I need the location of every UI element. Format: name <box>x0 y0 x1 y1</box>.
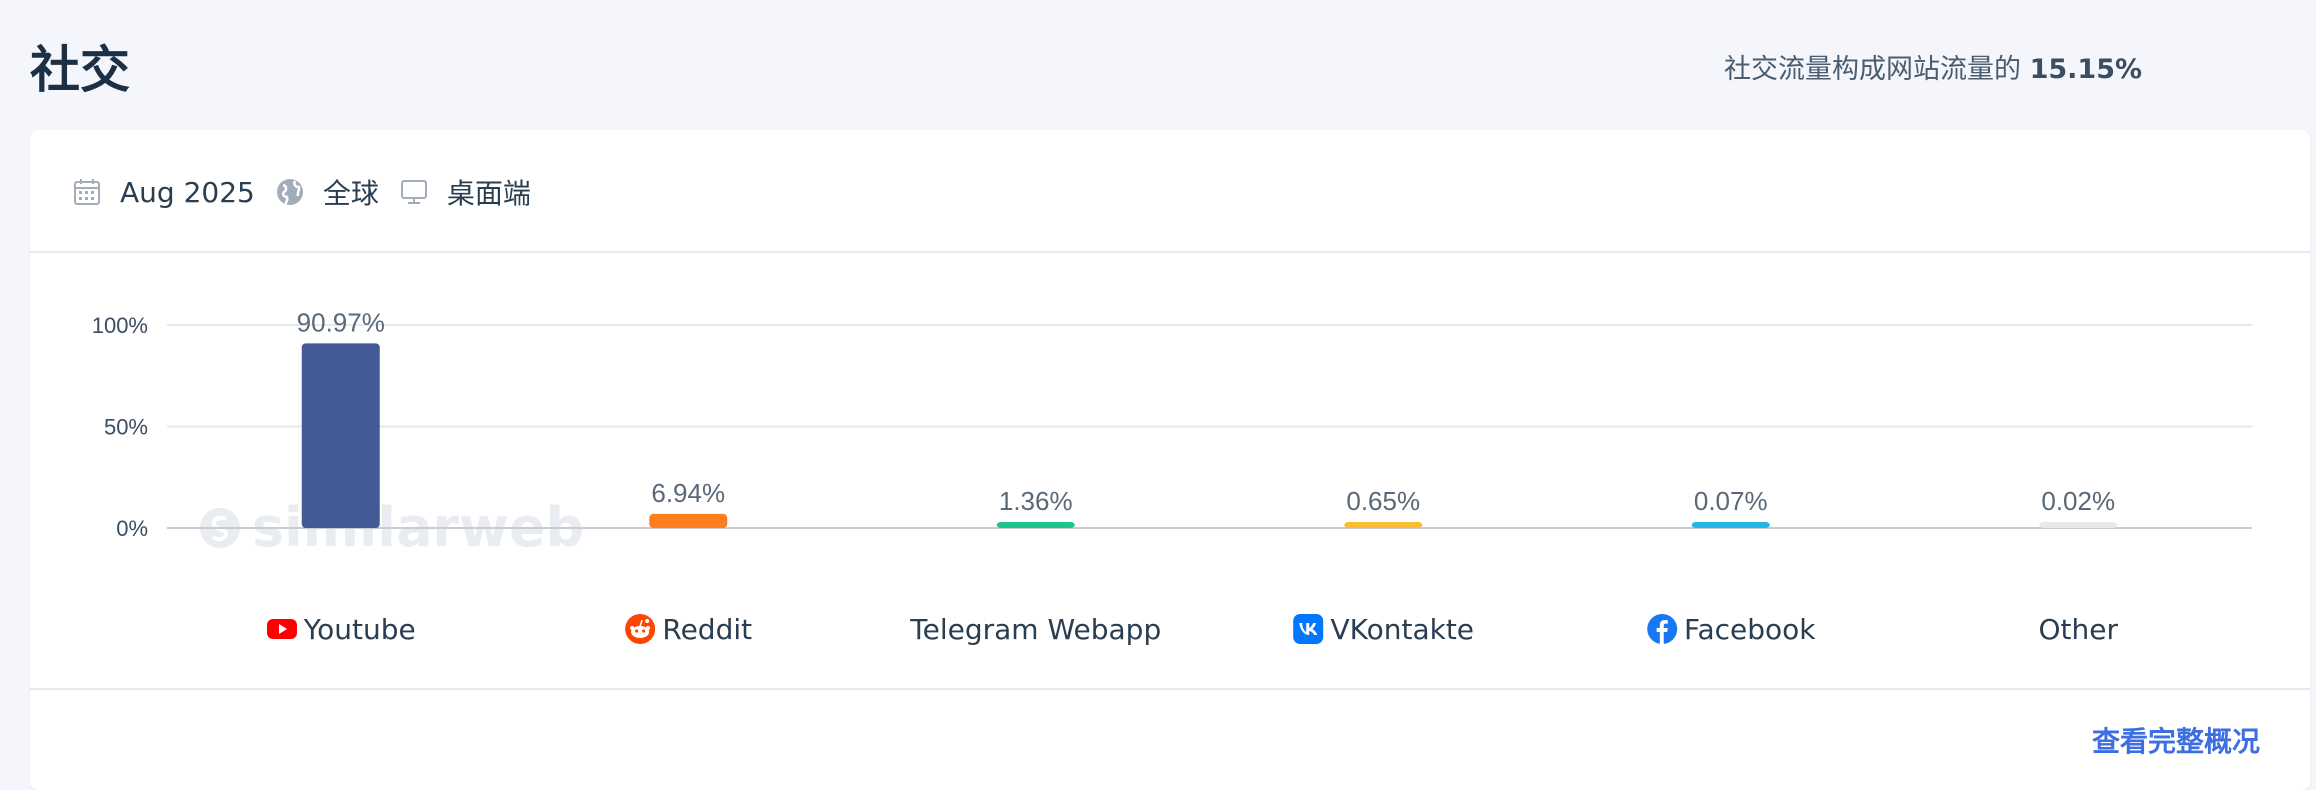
data-label: 90.97% <box>297 307 385 337</box>
bar-facebook[interactable] <box>1691 522 1770 528</box>
y-tick-label: 100% <box>92 313 148 338</box>
legend-label: Facebook <box>1683 612 1816 646</box>
social-share-summary: 社交流量构成网站流量的 15.15% <box>1724 47 2142 86</box>
page-title: 社交 <box>30 41 130 99</box>
legend-item-other[interactable]: Other <box>2038 607 2118 651</box>
data-label: 0.07% <box>1694 486 1768 516</box>
social-traffic-card: Aug 2025 全球 桌面端 similarweb 0% 50% 100% 90.9… <box>30 130 2310 790</box>
region-filter[interactable]: 全球 <box>323 172 379 212</box>
data-label: 0.65% <box>1346 486 1420 516</box>
bar-other[interactable] <box>2039 522 2118 528</box>
legend-item-youtube[interactable]: Youtube <box>266 607 416 651</box>
vk-icon <box>1292 613 1324 645</box>
social-bar-chart: 0% 50% 100% 90.97% 6.94% 1.36% 0.65% 0.07% 0.02% <box>92 307 2252 541</box>
facebook-icon <box>1646 613 1678 645</box>
legend-item-reddit[interactable]: Reddit <box>624 607 752 651</box>
legend-label: Telegram Webapp <box>910 612 1162 646</box>
youtube-icon <box>266 613 298 645</box>
legend-label: VKontakte <box>1330 612 1475 646</box>
chart-legend: Youtube Reddit Telegram Webapp VKontakte Fac… <box>30 607 2310 651</box>
reddit-icon <box>624 613 656 645</box>
legend-label: Reddit <box>662 612 753 646</box>
bar-vkontakte[interactable] <box>1344 522 1423 528</box>
summary-value: 15.15% <box>2029 54 2143 85</box>
date-filter[interactable]: Aug 2025 <box>120 176 255 209</box>
legend-label: Other <box>2038 612 2119 646</box>
divider <box>30 688 2310 690</box>
data-label: 0.02% <box>2041 486 2115 516</box>
legend-item-telegram-webapp[interactable]: Telegram Webapp <box>910 607 1161 651</box>
y-tick-label: 50% <box>104 415 148 440</box>
legend-item-vkontakte[interactable]: VKontakte <box>1292 607 1474 651</box>
globe-icon <box>275 177 305 207</box>
data-label: 1.36% <box>999 486 1073 516</box>
legend-item-facebook[interactable]: Facebook <box>1646 607 1816 651</box>
bar-reddit[interactable] <box>649 513 728 528</box>
data-label: 6.94% <box>651 478 725 508</box>
calendar-icon <box>72 177 102 207</box>
legend-label: Youtube <box>303 612 416 646</box>
bar-youtube[interactable] <box>301 343 380 528</box>
bar-telegram-webapp[interactable] <box>996 522 1075 528</box>
device-filter[interactable]: 桌面端 <box>447 172 531 212</box>
summary-text: 社交流量构成网站流量的 <box>1724 54 2021 85</box>
filter-bar: Aug 2025 全球 桌面端 <box>72 170 551 214</box>
view-full-overview-link[interactable]: 查看完整概况 <box>2092 720 2260 760</box>
divider <box>30 251 2310 253</box>
desktop-icon <box>399 177 429 207</box>
y-tick-label: 0% <box>116 516 148 541</box>
